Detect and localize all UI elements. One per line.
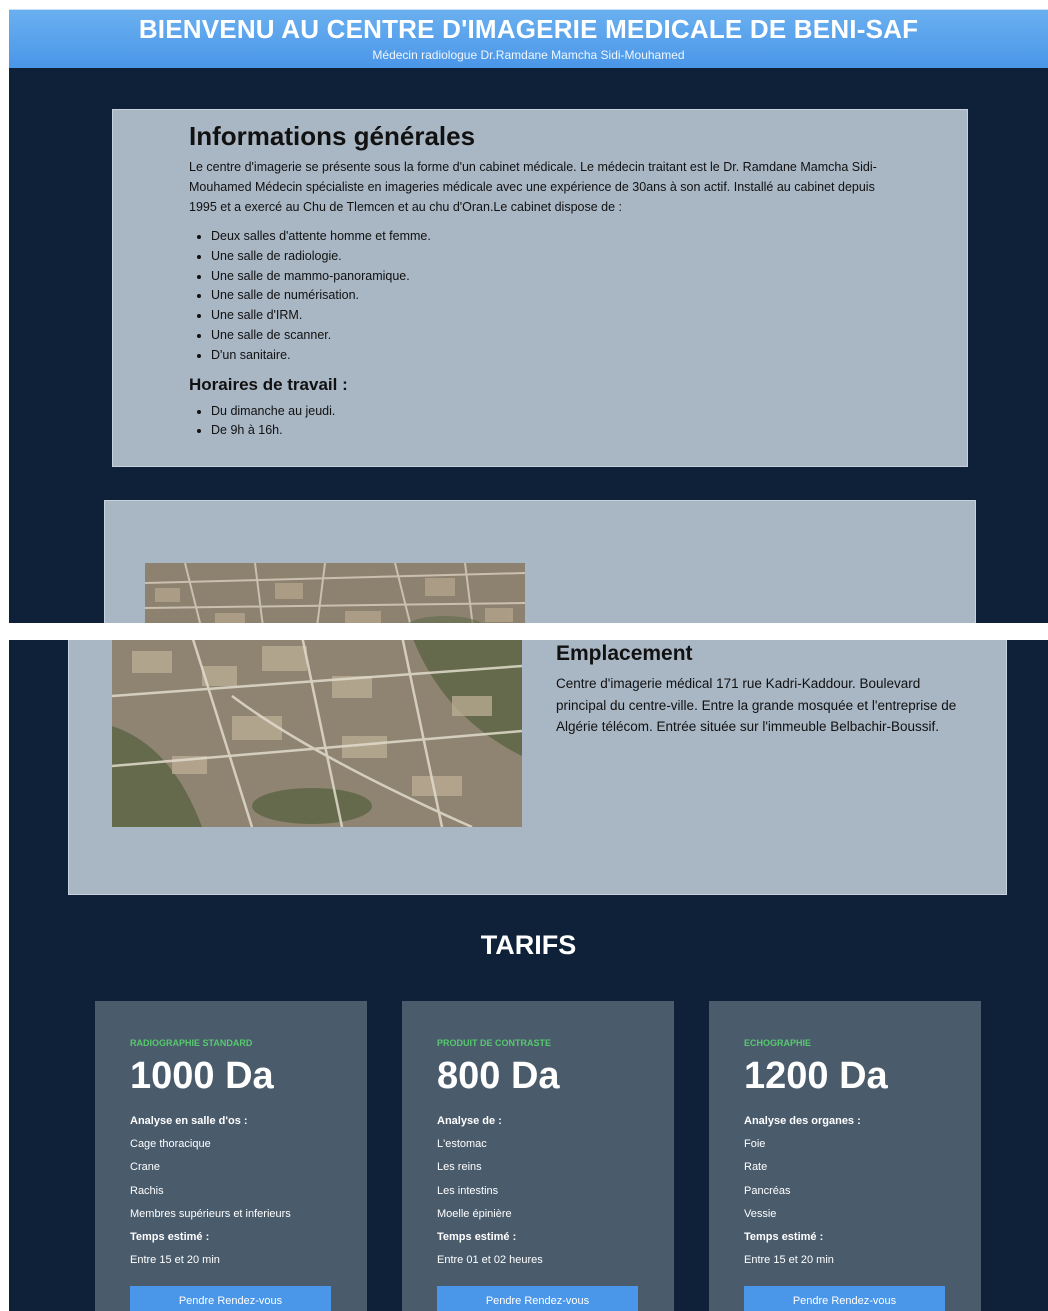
price-line: Cage thoracique: [130, 1138, 211, 1151]
price-line: L'estomac: [437, 1138, 487, 1151]
list-item: Une salle de mammo-panoramique.: [211, 267, 889, 287]
location-text: Centre d'imagerie médical 171 rue Kadri-…: [556, 676, 957, 735]
price-value: 800 Da: [437, 1055, 560, 1097]
price-line: Membres supérieurs et inferieurs: [130, 1207, 291, 1220]
price-line: Analyse de :: [437, 1115, 502, 1127]
price-line: Rachis: [130, 1184, 164, 1197]
list-item: D'un sanitaire.: [211, 346, 889, 366]
list-item: Une salle d'IRM.: [211, 306, 889, 326]
hours-title: Horaires de travail :: [189, 374, 348, 394]
location-card: Emplacement Centre d'imagerie médical 17…: [68, 640, 1007, 895]
site-title: BIENVENU AU CENTRE D'IMAGERIE MEDICALE D…: [138, 14, 919, 44]
rooms-list: Deux salles d'attente homme et femme. Un…: [189, 227, 889, 366]
list-item: Une salle de numérisation.: [211, 286, 889, 306]
price-line: Entre 15 et 20 min: [744, 1254, 834, 1267]
info-title: Informations générales: [189, 121, 476, 151]
price-line: Crane: [130, 1161, 160, 1174]
screenshot-bottom: Emplacement Centre d'imagerie médical 17…: [9, 640, 1048, 1311]
price-line: Temps estimé :: [744, 1231, 824, 1244]
info-card: Informations générales Le centre d'image…: [112, 109, 968, 467]
price-value: 1000 Da: [130, 1055, 274, 1097]
price-line: Temps estimé :: [130, 1231, 210, 1244]
price-line: Entre 01 et 02 heures: [437, 1254, 543, 1267]
price-line: Foie: [744, 1138, 766, 1151]
price-line: Entre 15 et 20 min: [130, 1254, 220, 1267]
price-card-contraste: PRODUIT DE CONTRASTE 800 Da Analyse de :…: [402, 1001, 674, 1311]
location-title: Emplacement: [556, 642, 693, 665]
map-image[interactable]: [112, 640, 522, 827]
price-card-radiographie: RADIOGRAPHIE STANDARD 1000 Da Analyse en…: [95, 1001, 367, 1311]
price-line: Analyse en salle d'os :: [130, 1115, 248, 1127]
price-value: 1200 Da: [744, 1055, 888, 1097]
list-item: Une salle de scanner.: [211, 326, 889, 346]
price-line: Moelle épinière: [437, 1207, 512, 1220]
list-item: Deux salles d'attente homme et femme.: [211, 227, 889, 247]
list-item: Du dimanche au jeudi.: [211, 402, 889, 422]
appointment-button[interactable]: Pendre Rendez-vous: [744, 1286, 945, 1311]
price-line: Temps estimé :: [437, 1231, 517, 1244]
site-subtitle: Médecin radiologue Dr.Ramdane Mamcha Sid…: [372, 48, 685, 62]
screenshot-top: BIENVENU AU CENTRE D'IMAGERIE MEDICALE D…: [9, 9, 1048, 623]
appointment-button[interactable]: Pendre Rendez-vous: [437, 1286, 638, 1311]
price-category: RADIOGRAPHIE STANDARD: [130, 1038, 253, 1048]
price-line: Les intestins: [437, 1184, 499, 1197]
price-line: Pancréas: [744, 1184, 791, 1197]
price-line: Vessie: [744, 1207, 777, 1220]
price-category: PRODUIT DE CONTRASTE: [437, 1038, 552, 1048]
price-line: Rate: [744, 1161, 768, 1174]
list-item: De 9h à 16h.: [211, 421, 889, 441]
map-image[interactable]: [145, 563, 525, 623]
price-line: Les reins: [437, 1161, 482, 1174]
site-header: BIENVENU AU CENTRE D'IMAGERIE MEDICALE D…: [9, 9, 1048, 68]
price-line: Analyse des organes :: [744, 1115, 861, 1127]
info-text: Le centre d'imagerie se présente sous la…: [189, 160, 877, 214]
tarifs-title: TARIFS: [480, 930, 577, 960]
list-item: Une salle de radiologie.: [211, 247, 889, 267]
hours-list: Du dimanche au jeudi. De 9h à 16h.: [189, 402, 889, 442]
location-card: [104, 500, 976, 623]
price-card-echographie: ECHOGRAPHIE 1200 Da Analyse des organes …: [709, 1001, 981, 1311]
appointment-button[interactable]: Pendre Rendez-vous: [130, 1286, 331, 1311]
price-category: ECHOGRAPHIE: [744, 1038, 812, 1048]
